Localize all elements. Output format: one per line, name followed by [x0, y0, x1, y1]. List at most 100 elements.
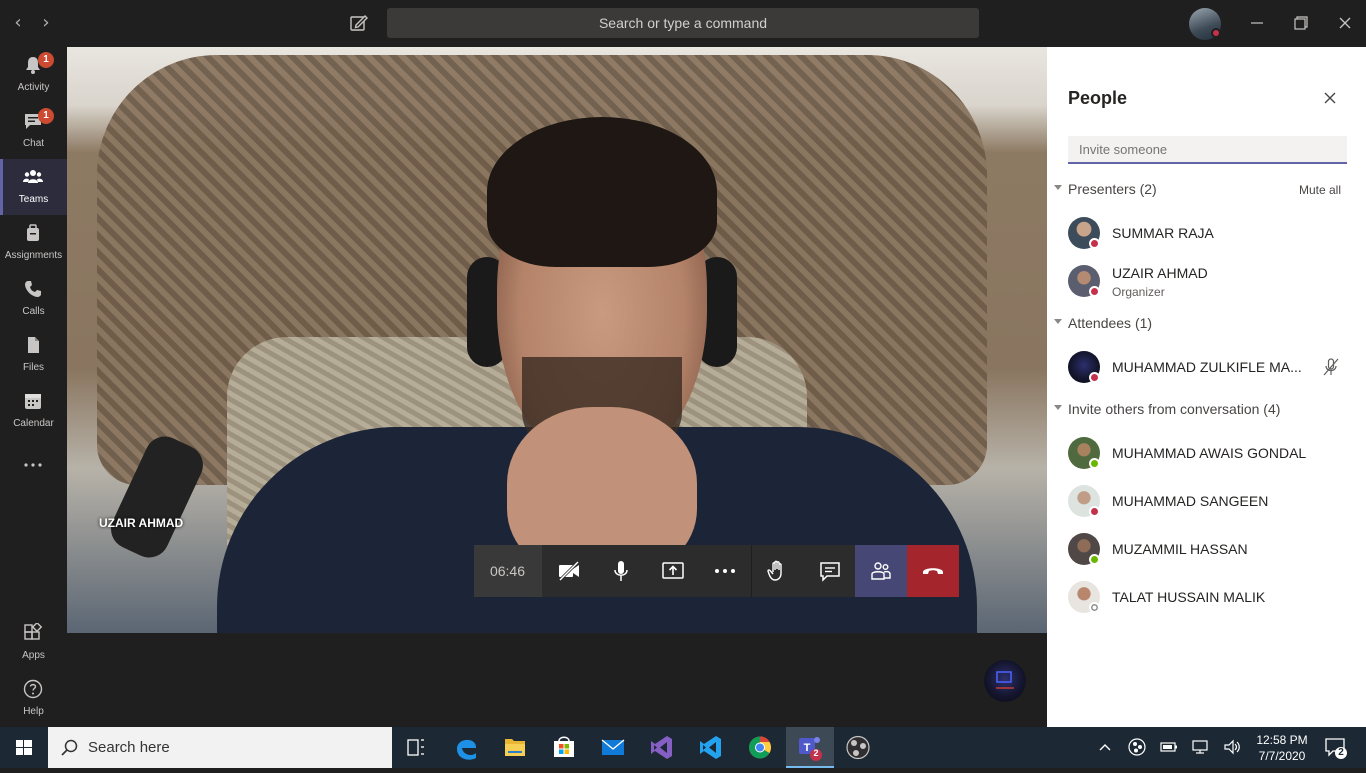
- edge-icon: [457, 739, 477, 760]
- close-window-icon[interactable]: [1332, 10, 1358, 36]
- self-preview-avatar[interactable]: [984, 660, 1026, 702]
- share-screen-button[interactable]: [647, 545, 699, 597]
- appbar-item-help[interactable]: Help: [0, 671, 67, 727]
- mail-taskbar-button[interactable]: [589, 727, 637, 768]
- participant-name: TALAT HUSSAIN MALIK: [1112, 589, 1266, 605]
- start-button[interactable]: [0, 727, 48, 768]
- appbar-item-teams[interactable]: Teams: [0, 159, 67, 215]
- section-title: Attendees (1): [1068, 315, 1153, 331]
- back-arrow-icon[interactable]: ‹: [8, 12, 28, 34]
- appbar-item-chat[interactable]: 1 Chat: [0, 103, 67, 159]
- appbar-label: Chat: [22, 138, 45, 149]
- section-title: Presenters (2): [1068, 181, 1157, 197]
- appbar-label: Apps: [22, 650, 45, 661]
- taskbar-clock[interactable]: 12:58 PM 7/7/2020: [1253, 732, 1311, 764]
- participant-role: Organizer: [1112, 285, 1165, 299]
- panel-title: People: [1068, 88, 1128, 108]
- hang-up-button[interactable]: [907, 545, 959, 597]
- vscode-taskbar-button[interactable]: [687, 727, 735, 768]
- attendees-section-header[interactable]: Attendees (1): [1047, 313, 1366, 335]
- restore-icon[interactable]: [1288, 10, 1314, 36]
- forward-arrow-icon[interactable]: ›: [36, 12, 56, 34]
- participant-row[interactable]: MUZAMMIL HASSAN: [1047, 527, 1366, 571]
- appbar-item-calendar[interactable]: Calendar: [0, 383, 67, 439]
- appbar-item-files[interactable]: Files: [0, 327, 67, 383]
- show-participants-button[interactable]: [855, 545, 907, 597]
- activity-badge: 1: [38, 52, 54, 68]
- visual-studio-taskbar-button[interactable]: [638, 727, 686, 768]
- participant-row[interactable]: MUHAMMAD AWAIS GONDAL: [1047, 431, 1366, 475]
- chevron-down-icon: [1054, 405, 1062, 410]
- meeting-chat-button[interactable]: [804, 545, 856, 597]
- more-apps-button[interactable]: [0, 447, 67, 487]
- appbar-label: Teams: [18, 194, 49, 205]
- appbar-item-assignments[interactable]: Assignments: [0, 215, 67, 271]
- vscode-icon: [700, 736, 721, 759]
- taskbar-search-placeholder: Search here: [88, 739, 170, 756]
- appbar-label: Activity: [17, 82, 50, 93]
- appbar-item-activity[interactable]: 1 Activity: [0, 47, 67, 103]
- edge-taskbar-button[interactable]: [443, 727, 491, 768]
- participant-row[interactable]: UZAIR AHMAD Organizer: [1047, 259, 1366, 303]
- windows-taskbar: Search here T 2 12:58 PM 7/7/2020 2: [0, 727, 1366, 768]
- participant-name: UZAIR AHMAD: [1112, 265, 1208, 281]
- show-hidden-icons-icon[interactable]: [1095, 737, 1115, 757]
- presence-busy-icon: [1089, 506, 1100, 517]
- task-view-icon: [407, 739, 424, 756]
- participant-row[interactable]: MUHAMMAD SANGEEN: [1047, 479, 1366, 523]
- search-icon: [61, 739, 78, 756]
- participant-row[interactable]: TALAT HUSSAIN MALIK: [1047, 575, 1366, 619]
- store-taskbar-button[interactable]: [540, 727, 588, 768]
- network-icon[interactable]: [1191, 737, 1211, 757]
- taskbar-search-box[interactable]: Search here: [48, 727, 392, 768]
- command-search-bar[interactable]: Search or type a command: [387, 8, 979, 38]
- title-bar: ‹ › Search or type a command: [0, 0, 1366, 47]
- obs-taskbar-button[interactable]: [834, 727, 882, 768]
- participant-row[interactable]: MUHAMMAD ZULKIFLE MA...: [1047, 345, 1366, 389]
- clock-time: 12:58 PM: [1256, 733, 1308, 747]
- action-center-icon[interactable]: 2: [1324, 736, 1348, 760]
- invite-others-section-header[interactable]: Invite others from conversation (4): [1047, 399, 1366, 421]
- calendar-icon: [25, 394, 41, 409]
- video-person-hair: [487, 117, 717, 267]
- invite-someone-input[interactable]: [1068, 136, 1347, 164]
- volume-icon[interactable]: [1223, 737, 1243, 757]
- windows-logo-icon: [16, 740, 32, 755]
- participant-name: MUHAMMAD ZULKIFLE MA...: [1112, 359, 1302, 375]
- participant-row[interactable]: SUMMAR RAJA: [1047, 211, 1366, 255]
- obs-tray-icon[interactable]: [1127, 737, 1147, 757]
- battery-icon[interactable]: [1159, 737, 1179, 757]
- chrome-icon: [749, 736, 771, 759]
- presenters-section-header[interactable]: Presenters (2) Mute all: [1047, 179, 1366, 201]
- presence-busy-icon: [1089, 238, 1100, 249]
- notification-count: 2: [1338, 747, 1344, 758]
- participant-name: MUZAMMIL HASSAN: [1112, 541, 1248, 557]
- close-icon[interactable]: [1319, 87, 1341, 109]
- people-panel: People Presenters (2) Mute all SUMMAR RA…: [1047, 47, 1366, 727]
- mute-all-button[interactable]: Mute all: [1299, 183, 1341, 197]
- camera-off-icon: [558, 560, 580, 582]
- section-title: Invite others from conversation (4): [1068, 401, 1281, 417]
- chevron-down-icon: [1054, 319, 1062, 324]
- mic-toggle-button[interactable]: [595, 545, 647, 597]
- camera-toggle-button[interactable]: [543, 545, 595, 597]
- raise-hand-button[interactable]: [752, 545, 804, 597]
- chrome-taskbar-button[interactable]: [736, 727, 784, 768]
- file-explorer-taskbar-button[interactable]: [491, 727, 539, 768]
- mic-off-icon[interactable]: [1321, 357, 1341, 377]
- store-icon: [554, 736, 574, 757]
- task-view-button[interactable]: [392, 727, 440, 768]
- hang-up-icon: [923, 568, 943, 574]
- svg-text:T: T: [804, 742, 811, 754]
- minimize-icon[interactable]: [1244, 10, 1270, 36]
- new-chat-icon[interactable]: [348, 12, 370, 34]
- participant-name: SUMMAR RAJA: [1112, 225, 1214, 241]
- presence-busy-icon: [1089, 372, 1100, 383]
- appbar-item-apps[interactable]: Apps: [0, 615, 67, 671]
- appbar-item-calls[interactable]: Calls: [0, 271, 67, 327]
- people-icon: [871, 562, 891, 580]
- teams-taskbar-button[interactable]: T 2: [786, 727, 834, 768]
- more-actions-button[interactable]: [699, 545, 751, 597]
- more-icon: [24, 463, 42, 467]
- presence-busy-icon: [1211, 28, 1221, 38]
